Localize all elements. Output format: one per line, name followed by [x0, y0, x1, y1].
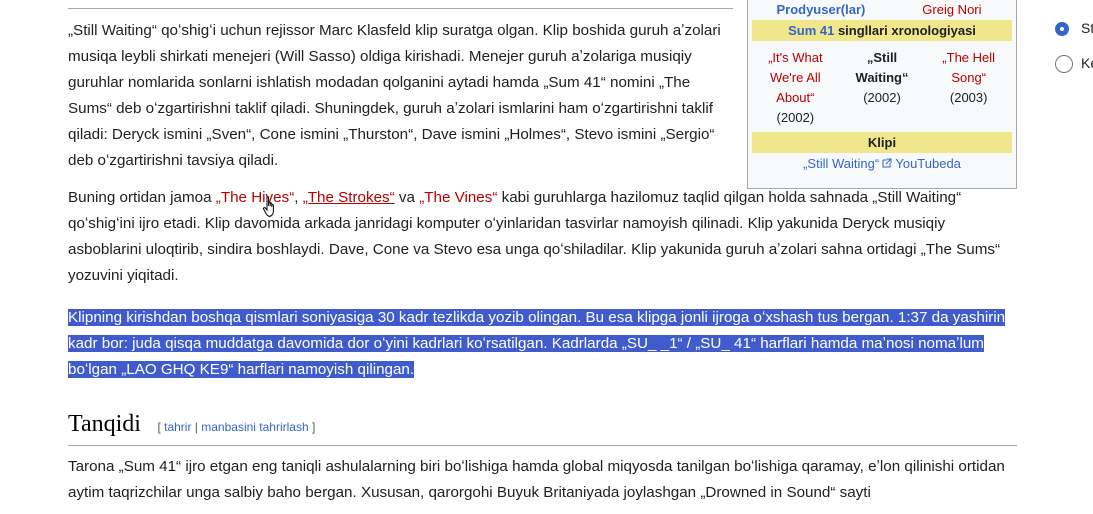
current-single-title: „Still Waiting“: [855, 50, 909, 85]
paragraph-hidden-frame: Klipning kirishdan boshqa qismlari soniy…: [68, 305, 1018, 383]
singles-chronology: „It's What We're All About“ (2002) „Stil…: [752, 44, 1012, 132]
next-single-year: (2003): [949, 90, 988, 105]
previous-single: „It's What We're All About“ (2002): [752, 48, 839, 128]
radio-unselected-icon[interactable]: [1055, 55, 1073, 73]
previous-single-year: (2002): [776, 110, 815, 125]
video-header: Klipi: [752, 132, 1012, 153]
producer-label-link[interactable]: Prodyuser(lar): [776, 2, 865, 17]
link-the-hives[interactable]: „The Hives“: [216, 189, 294, 206]
paragraph-criticism: Tarona „Sum 41“ ijro etgan eng taniqli a…: [68, 458, 1005, 501]
video-row: „Still Waiting“ YouTubeda: [748, 156, 1016, 171]
edit-divider: |: [191, 420, 202, 434]
radio-option-1-label: St: [1081, 20, 1093, 36]
chronology-label: singllari xronologiyasi: [834, 23, 976, 38]
current-single: „Still Waiting“ (2002): [839, 48, 926, 128]
infobox: Prodyuser(lar) Greig Nori Sum 41 singlla…: [747, 0, 1017, 189]
video-link[interactable]: „Still Waiting“: [803, 156, 892, 171]
para2-sep1: ,: [294, 189, 303, 206]
radio-selected-icon[interactable]: [1055, 22, 1069, 36]
paragraph-plot-intro: „Still Waiting“ qoʻshigʻi uchun rejissor…: [68, 22, 721, 169]
edit-source-link[interactable]: manbasini tahrirlash: [201, 420, 308, 434]
section-title: Tanqidi: [68, 411, 141, 437]
link-the-strokes[interactable]: „The Strokes“: [303, 189, 395, 206]
bracket-close: ]: [308, 420, 316, 434]
next-single: „The Hell Song“ (2003): [925, 48, 1012, 128]
current-single-year: (2002): [863, 90, 901, 105]
section-heading-criticism: Tanqidi [ tahrir | manbasini tahrirlash …: [68, 404, 1017, 446]
selected-text: Klipning kirishdan boshqa qismlari soniy…: [68, 309, 1006, 378]
radio-option-2-label: Ke: [1081, 55, 1093, 71]
para2-sep2: va: [394, 189, 420, 206]
chronology-header: Sum 41 singllari xronologiyasi: [752, 20, 1012, 41]
hand-pointer-cursor-icon: [262, 195, 280, 219]
youtube-link[interactable]: YouTubeda: [895, 156, 961, 171]
external-link-icon: [879, 158, 892, 171]
link-the-vines[interactable]: „The Vines“: [419, 189, 497, 206]
para2-lead: Buning ortidan jamoa: [68, 189, 216, 206]
content-top-divider: [68, 8, 733, 9]
previous-single-link[interactable]: „It's What We're All About“: [768, 50, 823, 105]
next-single-link[interactable]: „The Hell Song“: [942, 50, 995, 85]
infobox-producer-row: Prodyuser(lar) Greig Nori: [748, 0, 1016, 17]
chronology-artist-link[interactable]: Sum 41: [788, 23, 834, 38]
producer-value-link[interactable]: Greig Nori: [922, 2, 981, 17]
edit-section-links: [ tahrir | manbasini tahrirlash ]: [157, 420, 315, 434]
paragraph-plot-performance: Buning ortidan jamoa „The Hives“, „The S…: [68, 185, 1018, 289]
edit-link[interactable]: tahrir: [164, 420, 191, 434]
video-link-text: „Still Waiting“: [803, 156, 880, 171]
